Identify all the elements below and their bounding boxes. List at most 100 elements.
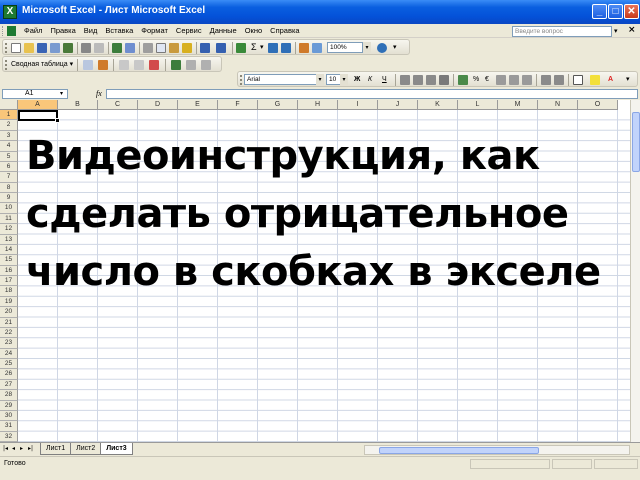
toolbar-grip[interactable] xyxy=(5,60,7,70)
show-detail-icon[interactable] xyxy=(134,60,144,70)
row-header-26[interactable]: 26 xyxy=(0,369,18,380)
align-left-icon[interactable] xyxy=(400,75,410,85)
row-header-17[interactable]: 17 xyxy=(0,276,18,287)
cut-icon[interactable] xyxy=(143,43,153,53)
row-header-5[interactable]: 5 xyxy=(0,151,18,162)
menu-window[interactable]: Окно xyxy=(241,24,266,38)
workbook-close-button[interactable]: × xyxy=(628,25,636,35)
sheet-tab-1[interactable]: Лист1 xyxy=(40,443,72,455)
column-header-k[interactable]: K xyxy=(418,100,458,110)
maximize-button[interactable]: □ xyxy=(608,4,623,19)
new-file-icon[interactable] xyxy=(11,43,21,53)
row-header-28[interactable]: 28 xyxy=(0,390,18,401)
next-sheet-button[interactable]: ▸ xyxy=(20,445,23,452)
toolbar-options-icon[interactable]: ▾ xyxy=(393,42,397,53)
row-header-23[interactable]: 23 xyxy=(0,338,18,349)
bold-button[interactable]: Ж xyxy=(354,74,360,85)
row-header-27[interactable]: 27 xyxy=(0,379,18,391)
chart-wizard-icon[interactable] xyxy=(299,43,309,53)
menu-format[interactable]: Формат xyxy=(137,24,172,38)
row-header-3[interactable]: 3 xyxy=(0,130,18,142)
column-header-l[interactable]: L xyxy=(458,100,498,110)
row-header-10[interactable]: 10 xyxy=(0,203,18,214)
fill-color-icon[interactable] xyxy=(590,75,600,85)
name-box-dropdown-icon[interactable]: ▾ xyxy=(60,90,63,97)
field-settings-icon[interactable] xyxy=(171,60,181,70)
percent-style-button[interactable]: % xyxy=(473,74,479,85)
column-header-c[interactable]: C xyxy=(98,100,138,110)
prev-sheet-button[interactable]: ◂ xyxy=(12,445,15,452)
refresh-data-icon[interactable] xyxy=(149,60,159,70)
zoom-field[interactable]: 100% xyxy=(327,42,363,53)
row-header-25[interactable]: 25 xyxy=(0,359,18,370)
column-header-h[interactable]: H xyxy=(298,100,338,110)
column-header-j[interactable]: J xyxy=(378,100,418,110)
menu-insert[interactable]: Вставка xyxy=(101,24,137,38)
email-icon[interactable] xyxy=(63,43,73,53)
merge-center-icon[interactable] xyxy=(439,75,449,85)
underline-button[interactable]: Ч xyxy=(382,74,387,85)
copy-icon[interactable] xyxy=(156,43,166,53)
first-sheet-button[interactable]: |◂ xyxy=(3,445,8,452)
sort-descending-icon[interactable] xyxy=(281,43,291,53)
zoom-dropdown-icon[interactable]: ▾ xyxy=(363,42,371,53)
column-header-d[interactable]: D xyxy=(138,100,178,110)
column-header-e[interactable]: E xyxy=(178,100,218,110)
paste-icon[interactable] xyxy=(169,43,179,53)
row-header-31[interactable]: 31 xyxy=(0,421,18,432)
menu-data[interactable]: Данные xyxy=(206,24,241,38)
row-header-14[interactable]: 14 xyxy=(0,244,18,256)
column-header-b[interactable]: B xyxy=(58,100,98,110)
pivot-table-menu[interactable]: Сводная таблица ▾ xyxy=(11,59,73,70)
font-name-field[interactable]: Arial xyxy=(244,74,324,85)
menu-file[interactable]: Файл xyxy=(20,24,46,38)
fill-handle[interactable] xyxy=(55,118,60,123)
align-right-icon[interactable] xyxy=(426,75,436,85)
row-header-7[interactable]: 7 xyxy=(0,172,18,183)
row-header-29[interactable]: 29 xyxy=(0,400,18,411)
row-header-16[interactable]: 16 xyxy=(0,265,18,276)
hyperlink-icon[interactable] xyxy=(236,43,246,53)
row-header-32[interactable]: 32 xyxy=(0,431,18,442)
font-color-icon[interactable]: A xyxy=(608,74,613,85)
column-header-f[interactable]: F xyxy=(218,100,258,110)
save-icon[interactable] xyxy=(37,43,47,53)
field-list-icon[interactable] xyxy=(186,60,196,70)
row-header-2[interactable]: 2 xyxy=(0,120,18,131)
print-preview-icon[interactable] xyxy=(94,43,104,53)
help-dropdown-icon[interactable]: ▾ xyxy=(614,27,618,35)
open-folder-icon[interactable] xyxy=(24,43,34,53)
spelling-icon[interactable] xyxy=(112,43,122,53)
row-header-11[interactable]: 11 xyxy=(0,213,18,225)
undo-icon[interactable] xyxy=(200,43,210,53)
menu-edit[interactable]: Правка xyxy=(46,24,79,38)
minimize-button[interactable]: _ xyxy=(592,4,607,19)
row-header-1[interactable]: 1 xyxy=(0,110,18,121)
sheet-tab-3[interactable]: Лист3 xyxy=(100,443,133,455)
select-all-button[interactable] xyxy=(0,100,18,110)
toolbar-grip[interactable] xyxy=(5,43,7,53)
decrease-indent-icon[interactable] xyxy=(541,75,551,85)
row-header-18[interactable]: 18 xyxy=(0,286,18,297)
menu-grip[interactable] xyxy=(2,26,5,36)
toolbar-grip[interactable] xyxy=(240,75,242,85)
row-header-20[interactable]: 20 xyxy=(0,307,18,318)
hide-detail-icon[interactable] xyxy=(119,60,129,70)
menu-tools[interactable]: Сервис xyxy=(172,24,206,38)
row-header-9[interactable]: 9 xyxy=(0,193,18,204)
close-button[interactable]: ✕ xyxy=(624,4,639,19)
format-painter-icon[interactable] xyxy=(182,43,192,53)
row-header-15[interactable]: 15 xyxy=(0,255,18,266)
format-report-icon[interactable] xyxy=(83,60,93,70)
name-box[interactable]: A1 xyxy=(2,89,68,99)
borders-icon[interactable] xyxy=(573,75,583,85)
row-header-22[interactable]: 22 xyxy=(0,327,18,339)
row-header-4[interactable]: 4 xyxy=(0,141,18,152)
help-icon[interactable] xyxy=(377,43,387,53)
active-cell-cursor[interactable] xyxy=(18,110,60,123)
permission-icon[interactable] xyxy=(50,43,60,53)
align-center-icon[interactable] xyxy=(413,75,423,85)
insert-function-icon[interactable]: fx xyxy=(96,89,102,98)
sheet-tab-2[interactable]: Лист2 xyxy=(70,443,102,455)
toolbar-options-icon[interactable]: ▾ xyxy=(626,74,630,85)
